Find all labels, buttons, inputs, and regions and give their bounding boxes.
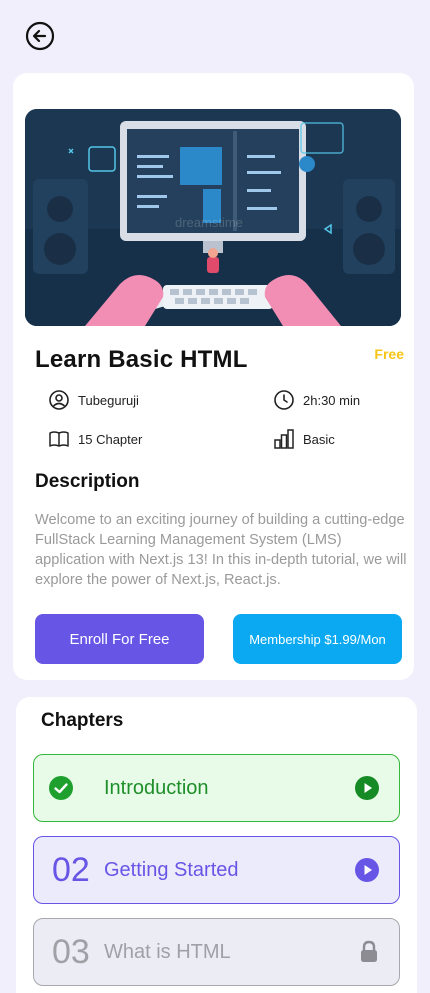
description-heading: Description bbox=[35, 471, 140, 492]
chapter-item-what-is-html: 03 What is HTML bbox=[33, 918, 400, 986]
play-icon[interactable] bbox=[354, 857, 380, 883]
meta-chapters: 15 Chapter bbox=[48, 428, 142, 450]
play-icon[interactable] bbox=[354, 775, 380, 801]
user-circle-icon bbox=[49, 390, 69, 410]
meta-level: Basic bbox=[273, 428, 335, 450]
enroll-free-button[interactable]: Enroll For Free bbox=[35, 614, 204, 664]
check-circle-icon bbox=[49, 776, 73, 800]
book-open-icon bbox=[49, 431, 69, 447]
chapter-name: What is HTML bbox=[104, 940, 231, 963]
watermark-text: dreamstime bbox=[175, 215, 243, 230]
chapter-number: 02 bbox=[52, 850, 90, 889]
chapters-heading: Chapters bbox=[41, 710, 124, 731]
meta-duration: 2h:30 min bbox=[273, 389, 360, 411]
chapter-name: Introduction bbox=[104, 776, 209, 799]
meta-author: Tubeguruji bbox=[48, 389, 139, 411]
chapters-section: Chapters Introduction 02 Getting Started… bbox=[16, 697, 417, 993]
chapter-name: Getting Started bbox=[104, 858, 239, 881]
chapter-count-text: 15 Chapter bbox=[78, 431, 143, 447]
course-title: Learn Basic HTML bbox=[35, 346, 248, 373]
chapter-item-introduction[interactable]: Introduction bbox=[33, 754, 400, 822]
chapter-number: 03 bbox=[52, 932, 90, 971]
bar-chart-icon bbox=[274, 429, 294, 449]
duration-text: 2h:30 min bbox=[303, 392, 361, 408]
lock-icon bbox=[361, 940, 377, 962]
course-banner-image: dreamstime bbox=[25, 109, 401, 326]
level-text: Basic bbox=[303, 431, 335, 447]
description-text: Welcome to an exciting journey of buildi… bbox=[35, 512, 407, 588]
course-card: dreamstime Learn Basic HTML Free Tubegur… bbox=[13, 73, 414, 680]
arrow-left-circle-icon bbox=[25, 21, 55, 51]
membership-button[interactable]: Membership $1.99/Mon bbox=[233, 614, 402, 664]
price-badge: Free bbox=[374, 346, 404, 362]
chapter-item-getting-started[interactable]: 02 Getting Started bbox=[33, 836, 400, 904]
clock-icon bbox=[274, 390, 294, 410]
author-name: Tubeguruji bbox=[78, 392, 139, 408]
back-button[interactable] bbox=[24, 20, 56, 52]
